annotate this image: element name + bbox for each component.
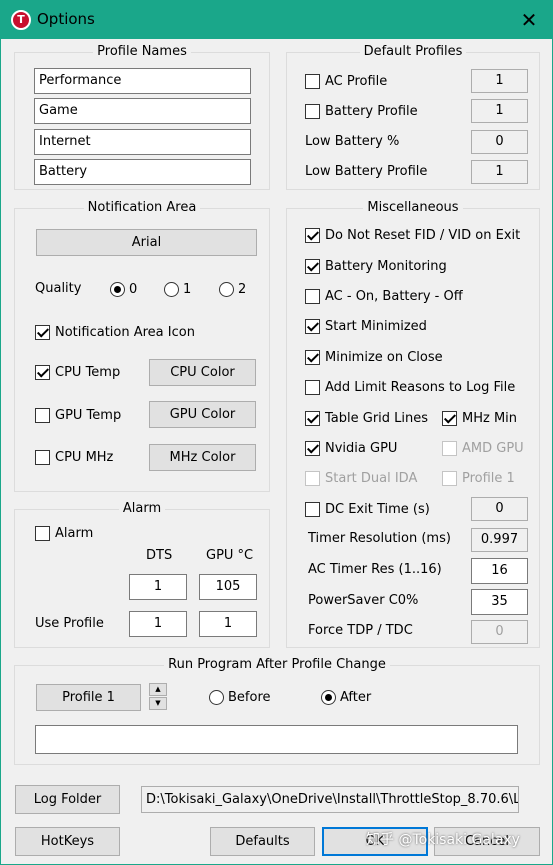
quality-radio-2[interactable]: 2 <box>219 279 246 299</box>
use-profile-gpu-input[interactable]: 1 <box>199 611 257 637</box>
low-battery-pct-label: Low Battery % <box>305 134 400 149</box>
profile-name-input-1[interactable]: Performance <box>34 68 251 94</box>
start-minimized-checkbox[interactable]: Start Minimized <box>305 316 427 336</box>
powersaver-c0-input[interactable]: 35 <box>471 589 528 615</box>
log-folder-path: D:\Tokisaki_Galaxy\OneDrive\Install\Thro… <box>141 786 519 813</box>
before-radio[interactable]: Before <box>209 687 271 707</box>
quality-label: Quality <box>35 281 82 296</box>
dc-exit-time-checkbox[interactable]: DC Exit Time (s) <box>305 499 430 519</box>
battery-profile-checkbox[interactable]: Battery Profile <box>305 101 418 121</box>
cpu-color-button[interactable]: CPU Color <box>149 359 256 386</box>
use-profile-label: Use Profile <box>35 616 104 631</box>
timer-resolution-label: Timer Resolution (ms) <box>308 531 451 546</box>
cpu-mhz-checkbox[interactable]: CPU MHz <box>35 447 113 467</box>
gpu-color-button[interactable]: GPU Color <box>149 401 256 428</box>
dc-exit-time-value[interactable]: 0 <box>471 497 528 521</box>
hotkeys-button[interactable]: HotKeys <box>15 827 120 856</box>
battery-monitoring-checkbox[interactable]: Battery Monitoring <box>305 256 447 276</box>
close-icon[interactable]: ✕ <box>514 7 544 33</box>
minimize-on-close-checkbox[interactable]: Minimize on Close <box>305 347 443 367</box>
alarm-group-label: Alarm <box>118 501 166 516</box>
start-dual-ida-checkbox[interactable]: Start Dual IDA <box>305 468 417 488</box>
nvidia-gpu-checkbox[interactable]: Nvidia GPU <box>305 438 397 458</box>
profile-name-input-2[interactable]: Game <box>34 98 251 124</box>
quality-radio-1[interactable]: 1 <box>164 279 191 299</box>
low-battery-profile-label: Low Battery Profile <box>305 164 428 179</box>
gpu-temp-header: GPU °C <box>206 548 254 563</box>
alarm-checkbox[interactable]: Alarm <box>35 523 93 543</box>
defaults-button[interactable]: Defaults <box>210 827 315 856</box>
table-grid-lines-checkbox[interactable]: Table Grid Lines <box>305 408 428 428</box>
cpu-temp-checkbox[interactable]: CPU Temp <box>35 362 120 382</box>
dts-header: DTS <box>146 548 173 563</box>
throttlestop-app-icon: T <box>11 10 31 30</box>
notification-area-icon-checkbox[interactable]: Notification Area Icon <box>35 322 195 342</box>
gpu-temp-checkbox[interactable]: GPU Temp <box>35 405 121 425</box>
profile-spinner[interactable]: ▲ ▼ <box>149 683 167 711</box>
amd-gpu-checkbox[interactable]: AMD GPU <box>442 438 524 458</box>
notification-area-label: Notification Area <box>83 200 201 215</box>
timer-resolution-value: 0.997 <box>471 528 528 552</box>
watermark-text: 知乎 @Tokisaki Galaxy <box>366 832 520 848</box>
powersaver-c0-label: PowerSaver C0% <box>308 593 419 608</box>
spin-down-icon[interactable]: ▼ <box>149 697 167 710</box>
options-window: T Options ✕ Profile Names Performance Ga… <box>0 0 553 865</box>
ac-profile-checkbox[interactable]: AC Profile <box>305 71 387 91</box>
run-program-path-input[interactable] <box>35 725 518 754</box>
font-button[interactable]: Arial <box>36 229 257 256</box>
battery-profile-value[interactable]: 1 <box>471 99 528 123</box>
do-not-reset-fid-vid-checkbox[interactable]: Do Not Reset FID / VID on Exit <box>305 225 520 245</box>
alarm-dts-input[interactable]: 1 <box>129 574 187 600</box>
force-tdp-tdc-label: Force TDP / TDC <box>308 623 413 638</box>
spin-up-icon[interactable]: ▲ <box>149 683 167 696</box>
ac-timer-res-input[interactable]: 16 <box>471 558 528 584</box>
run-program-label: Run Program After Profile Change <box>164 657 390 672</box>
run-program-profile-button[interactable]: Profile 1 <box>36 684 141 711</box>
ac-profile-value[interactable]: 1 <box>471 69 528 93</box>
log-folder-button[interactable]: Log Folder <box>15 785 120 814</box>
ac-timer-res-label: AC Timer Res (1..16) <box>308 562 442 577</box>
mhz-min-checkbox[interactable]: MHz Min <box>442 408 517 428</box>
after-radio[interactable]: After <box>321 687 371 707</box>
window-title: Options <box>37 10 95 28</box>
miscellaneous-label: Miscellaneous <box>363 200 463 215</box>
quality-radio-0[interactable]: 0 <box>110 279 137 299</box>
low-battery-profile-value[interactable]: 1 <box>471 160 528 184</box>
profile-name-input-4[interactable]: Battery <box>34 159 251 185</box>
profile-names-label: Profile Names <box>93 44 191 59</box>
alarm-gpu-input[interactable]: 105 <box>199 574 257 600</box>
profile-name-input-3[interactable]: Internet <box>34 129 251 155</box>
force-tdp-tdc-value[interactable]: 0 <box>471 620 528 644</box>
mhz-color-button[interactable]: MHz Color <box>149 444 256 471</box>
low-battery-pct-value[interactable]: 0 <box>471 130 528 154</box>
profile-1-checkbox[interactable]: Profile 1 <box>442 468 515 488</box>
title-bar[interactable]: T Options ✕ <box>1 1 552 39</box>
use-profile-dts-input[interactable]: 1 <box>129 611 187 637</box>
add-limit-reasons-checkbox[interactable]: Add Limit Reasons to Log File <box>305 377 515 397</box>
default-profiles-label: Default Profiles <box>359 44 467 59</box>
ac-on-battery-off-checkbox[interactable]: AC - On, Battery - Off <box>305 286 463 306</box>
